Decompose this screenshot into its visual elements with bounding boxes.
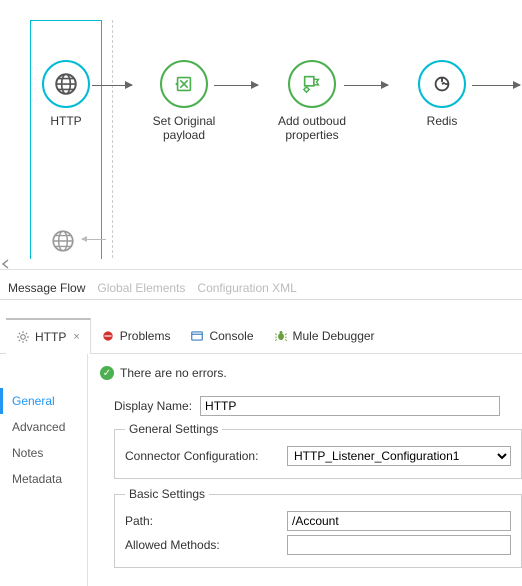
general-settings-legend: General Settings: [125, 422, 222, 436]
connector-config-label: Connector Configuration:: [125, 449, 275, 463]
path-input[interactable]: [287, 511, 511, 531]
view-tab-console[interactable]: Console: [180, 318, 263, 354]
flow-canvas[interactable]: HTTP Set Original payload Add outboud pr…: [0, 0, 522, 270]
warning-icon: [101, 329, 115, 343]
general-settings-group: General Settings Connector Configuration…: [114, 422, 522, 479]
view-tab-mule-debugger[interactable]: Mule Debugger: [264, 318, 385, 354]
tab-configuration-xml[interactable]: Configuration XML: [197, 281, 296, 295]
tab-global-elements[interactable]: Global Elements: [97, 281, 185, 295]
allowed-methods-label: Allowed Methods:: [125, 538, 275, 552]
basic-settings-legend: Basic Settings: [125, 487, 209, 501]
status-text: There are no errors.: [120, 366, 227, 380]
view-tab-problems[interactable]: Problems: [91, 318, 181, 354]
node-redis[interactable]: Redis: [392, 60, 492, 128]
bug-icon: [274, 329, 288, 343]
view-tabs: HTTP × Problems Console Mule Debugger: [0, 318, 522, 354]
side-item-general[interactable]: General: [0, 388, 87, 414]
side-item-advanced[interactable]: Advanced: [0, 414, 87, 440]
status-row: ✓ There are no errors.: [96, 362, 522, 392]
view-tab-http[interactable]: HTTP ×: [6, 318, 91, 354]
connector-icon: [418, 60, 466, 108]
display-name-label: Display Name:: [114, 399, 192, 413]
x-box-icon: [160, 60, 208, 108]
node-set-payload-label: Set Original payload: [134, 114, 234, 142]
properties-icon: [288, 60, 336, 108]
close-icon[interactable]: ×: [73, 331, 79, 343]
display-name-input[interactable]: [200, 396, 500, 416]
check-icon: ✓: [100, 366, 114, 380]
basic-settings-group: Basic Settings Path: Allowed Methods:: [114, 487, 522, 568]
response-arrow: [82, 239, 106, 240]
node-redis-label: Redis: [392, 114, 492, 128]
path-label: Path:: [125, 514, 275, 528]
editor-tabs: Message Flow Global Elements Configurati…: [0, 270, 522, 300]
node-http-label: HTTP: [16, 114, 116, 128]
view-tab-http-label: HTTP: [35, 330, 66, 344]
node-add-outbound[interactable]: Add outboud properties: [262, 60, 362, 142]
flow-arrow: [92, 85, 132, 86]
connector-config-select[interactable]: HTTP_Listener_Configuration1: [287, 446, 511, 466]
flow-arrow: [344, 85, 388, 86]
view-tab-console-label: Console: [209, 329, 253, 343]
tab-message-flow[interactable]: Message Flow: [8, 281, 85, 295]
properties-side-menu: General Advanced Notes Metadata: [0, 354, 88, 586]
globe-icon: [42, 60, 90, 108]
canvas-hscrollbar[interactable]: [0, 259, 522, 269]
http-gear-icon: [16, 330, 30, 344]
node-set-payload[interactable]: Set Original payload: [134, 60, 234, 142]
side-item-metadata[interactable]: Metadata: [0, 466, 87, 492]
console-icon: [190, 329, 204, 343]
scroll-left-icon[interactable]: [0, 259, 12, 269]
view-tab-problems-label: Problems: [120, 329, 171, 343]
side-item-notes[interactable]: Notes: [0, 440, 87, 466]
response-globe-icon[interactable]: [48, 226, 78, 256]
node-add-outbound-label: Add outboud properties: [262, 114, 362, 142]
properties-form: ✓ There are no errors. Display Name: Gen…: [88, 354, 522, 586]
view-tab-mule-debugger-label: Mule Debugger: [293, 329, 375, 343]
allowed-methods-input[interactable]: [287, 535, 511, 555]
source-divider: [112, 20, 113, 268]
flow-arrow: [214, 85, 258, 86]
properties-panel: HTTP × Problems Console Mule Debugger Ge…: [0, 318, 522, 586]
node-http[interactable]: HTTP: [16, 60, 116, 128]
flow-arrow: [472, 85, 520, 86]
